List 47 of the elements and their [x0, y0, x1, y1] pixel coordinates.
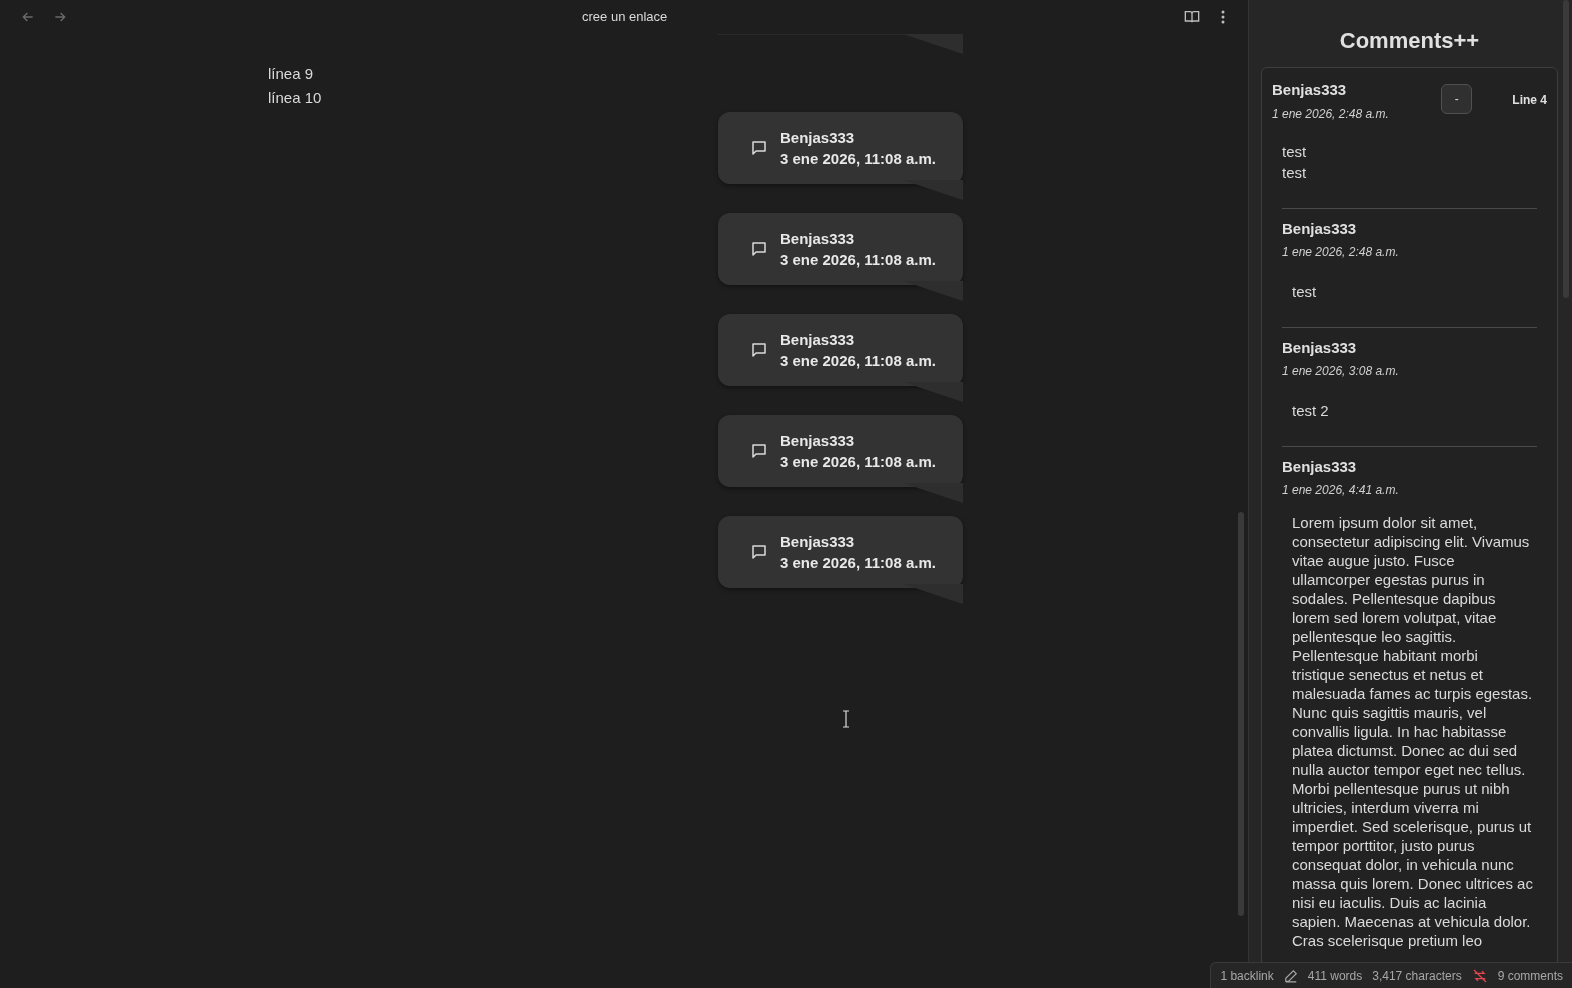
- comment-card[interactable]: Benjas333 3 ene 2026, 11:08 a.m.: [718, 112, 963, 184]
- comment-date: 1 ene 2026, 3:08 a.m.: [1282, 363, 1400, 380]
- comment-author: Benjas333: [780, 229, 856, 249]
- comment-author: Benjas333: [1272, 80, 1348, 100]
- comment-author: Benjas333: [780, 330, 856, 350]
- comment-date: 3 ene 2026, 11:08 a.m.: [780, 250, 936, 270]
- collapse-button[interactable]: -: [1441, 84, 1473, 114]
- sidebar-title: Comments++: [1338, 27, 1481, 55]
- speech-bubble-icon: [750, 341, 768, 359]
- scrollbar[interactable]: [1238, 512, 1244, 916]
- comment-date: 3 ene 2026, 11:08 a.m.: [780, 351, 936, 371]
- comment-body: Lorem ipsum dolor sit amet, consectetur adipiscing elit. Vivamus vitae augue justo. Fusce ullamcorper egestas purus in sodales. Pellentesque dapibus lorem sed lorem volutpat, vitae pellentesque leo sagittis. Pellentesque habitant morbi tristique senectus et netus et malesuada fames ac turpis egestas. Nunc quis sagittis mauris, vel convallis ligula. In hac habitasse platea dictumst. Donec ac dui sed nulla auctor tempor eget nec tellus. Morbi pellentesque purus ut nibh ultricies, interdum viverra mi imperdiet. Sed scelerisque, purus ut tempor porttitor, justo purus consequat dolor, in vehicula nunc massa quis lorem. Donec ultrices ac nisi eu iaculis. Duis ac lacinia sapien. Maecenas at vehicula dolor. Cras scelerisque pretium leo: [1291, 513, 1534, 950]
- comment-card[interactable]: Benjas333 3 ene 2026, 11:08 a.m.: [718, 314, 963, 386]
- comment-author: Benjas333: [1282, 337, 1358, 358]
- speech-bubble-icon: [750, 442, 768, 460]
- comment-body: test test: [1281, 141, 1308, 183]
- comment-card[interactable]: Benjas333 3 ene 2026, 11:08 a.m.: [718, 516, 963, 588]
- character-count: 3,417 characters: [1372, 967, 1462, 985]
- text-line: línea 9: [268, 64, 315, 84]
- word-count: 411 words: [1307, 967, 1363, 985]
- comment-date: 3 ene 2026, 11:08 a.m.: [780, 553, 936, 573]
- comment-author: Benjas333: [1282, 218, 1358, 239]
- comment-date: 3 ene 2026, 11:08 a.m.: [780, 149, 936, 169]
- comment-card[interactable]: Benjas333 3 ene 2026, 11:08 a.m.: [718, 213, 963, 285]
- comment-card[interactable]: Benjas333 3 ene 2026, 11:08 a.m.: [718, 415, 963, 487]
- comment-author: Benjas333: [780, 128, 856, 148]
- comment-date: 1 ene 2026, 2:48 a.m.: [1282, 244, 1400, 261]
- comment-author: Benjas333: [780, 431, 856, 451]
- open-book-icon: [1184, 9, 1200, 25]
- comment-author: Benjas333: [1282, 456, 1358, 477]
- comment-body: test 2: [1291, 401, 1330, 421]
- comment-body: test: [1291, 282, 1318, 302]
- speech-bubble-icon: [750, 543, 768, 561]
- comment-count[interactable]: 9 comments: [1497, 966, 1563, 985]
- pencil-icon: [1283, 968, 1298, 983]
- comment-date: 1 ene 2026, 2:48 a.m.: [1272, 105, 1389, 123]
- speech-bubble-icon: [750, 139, 768, 157]
- comment-date: 1 ene 2026, 4:41 a.m.: [1282, 482, 1400, 499]
- comment-date: 3 ene 2026, 11:08 a.m.: [780, 452, 936, 472]
- backlink-count[interactable]: 1 backlink: [1220, 966, 1274, 985]
- note-title: cree un enlace: [582, 8, 668, 27]
- text-cursor-icon: [842, 710, 850, 728]
- sync-off-icon[interactable]: [1471, 967, 1488, 984]
- line-reference: Line 4: [1512, 92, 1547, 109]
- comment-author: Benjas333: [780, 532, 856, 552]
- speech-bubble-icon: [750, 240, 768, 258]
- text-line: línea 10: [268, 88, 323, 108]
